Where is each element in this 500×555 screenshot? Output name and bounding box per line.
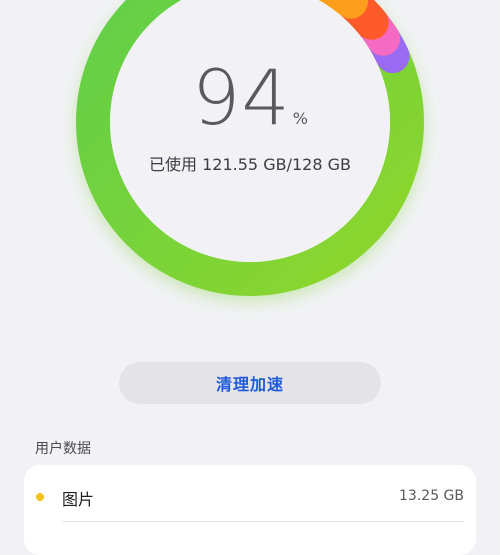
storage-ring-chart [76, 0, 424, 296]
clean-speedup-button[interactable]: 清理加速 [119, 362, 381, 404]
user-data-card: 图片 13.25 GB [24, 465, 476, 555]
used-storage-text: 已使用 121.55 GB/128 GB [75, 151, 425, 175]
photos-size: 13.25 GB [399, 488, 464, 504]
storage-ring: 94% 已使用 121.55 GB/128 GB [75, 0, 425, 297]
divider [62, 521, 464, 522]
user-data-title: 用户数据 [35, 441, 91, 457]
used-value: 121.55 GB/128 GB [202, 155, 351, 174]
photos-color-dot [36, 493, 44, 501]
photos-label: 图片 [62, 490, 95, 509]
usage-percent-sign: % [292, 109, 308, 128]
usage-percent: 94% [75, 60, 425, 136]
list-item-photos[interactable]: 图片 13.25 GB [24, 480, 476, 514]
usage-percent-number: 94 [192, 53, 291, 142]
used-label: 已使用 [149, 155, 198, 174]
